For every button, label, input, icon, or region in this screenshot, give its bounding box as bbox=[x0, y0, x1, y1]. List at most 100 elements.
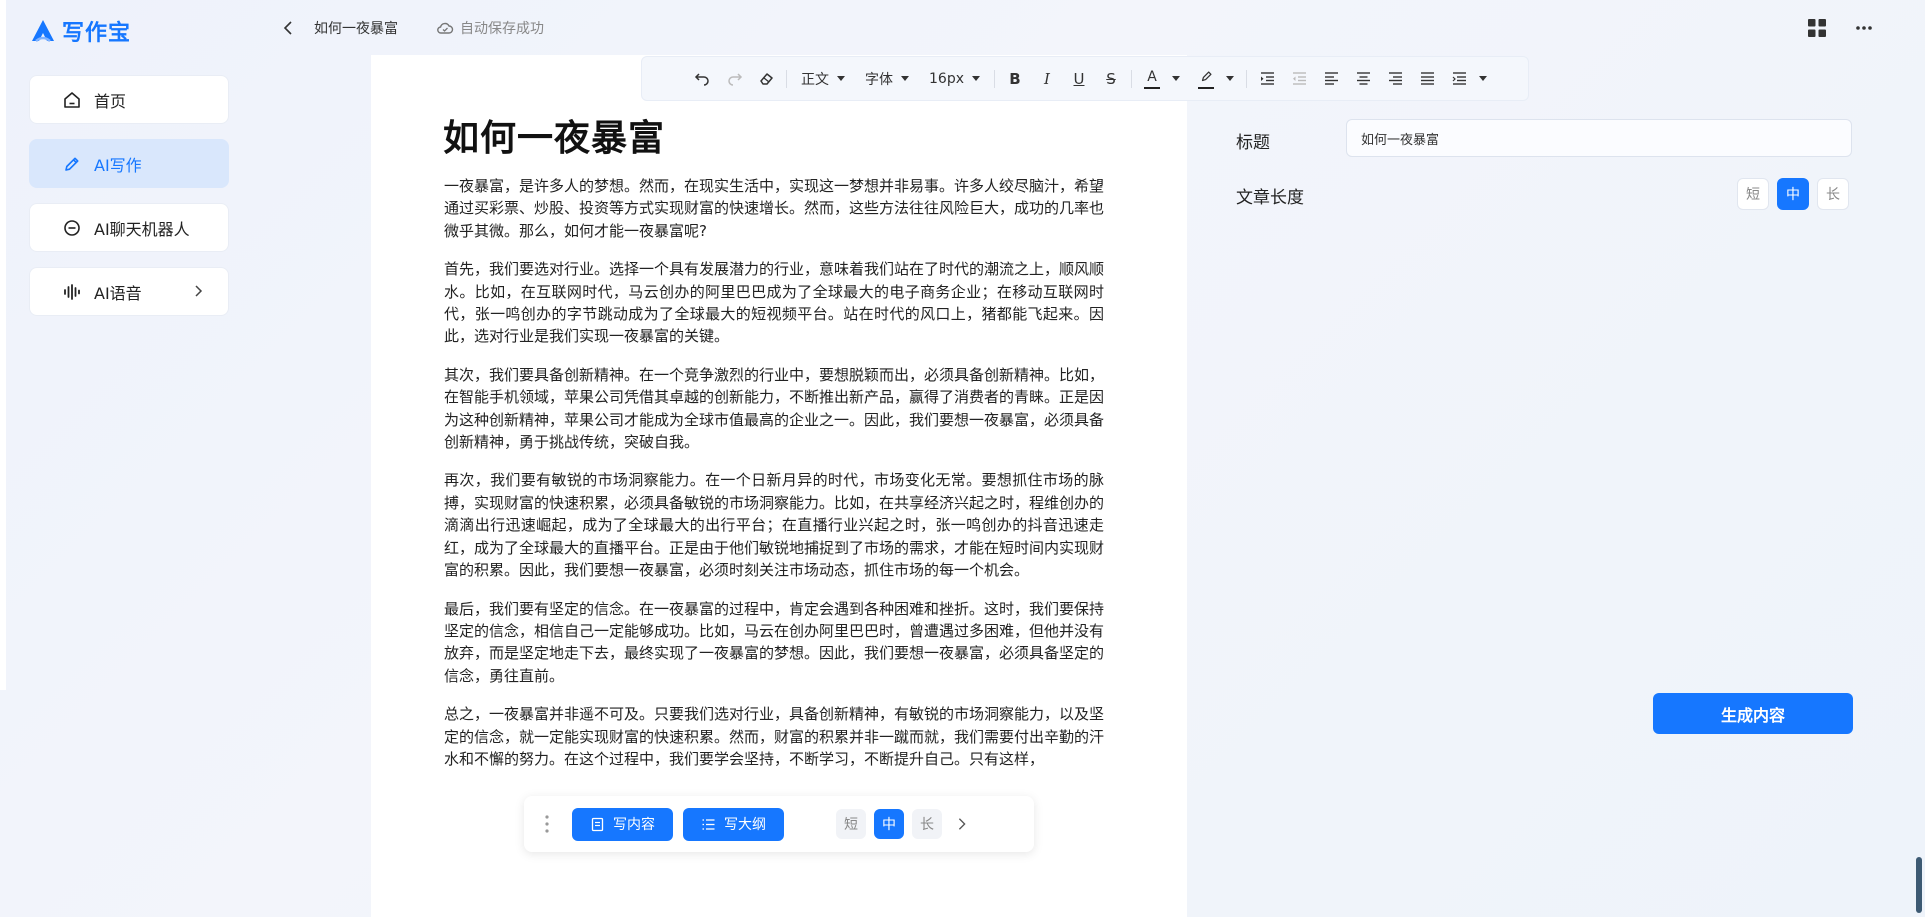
list-icon bbox=[702, 818, 715, 830]
toolbar-divider bbox=[1131, 69, 1132, 88]
sidebar-item-label: AI聊天机器人 bbox=[94, 219, 190, 239]
breadcrumb-doc-title: 如何一夜暴富 bbox=[314, 21, 398, 37]
chevron-down-icon bbox=[1226, 76, 1234, 81]
align-justify-button[interactable] bbox=[1411, 64, 1443, 94]
toolbar-divider bbox=[786, 69, 787, 88]
document-icon bbox=[591, 817, 604, 831]
floatbar-length-short[interactable]: 短 bbox=[836, 809, 866, 839]
line-height-button[interactable] bbox=[1443, 64, 1475, 94]
font-family-value: 字体 bbox=[865, 71, 893, 88]
length-label: 文章长度 bbox=[1236, 188, 1304, 208]
sidebar-item-ai-writing[interactable]: AI写作 bbox=[29, 139, 229, 188]
font-size-select[interactable]: 16px bbox=[919, 64, 990, 94]
font-size-value: 16px bbox=[929, 70, 964, 87]
italic-icon: I bbox=[1044, 69, 1050, 88]
write-content-button[interactable]: 写内容 bbox=[572, 807, 673, 841]
write-outline-label: 写大纲 bbox=[724, 817, 766, 833]
chevron-down-icon bbox=[1172, 76, 1180, 81]
ai-floating-bar: 写内容 写大纲 短 中 长 bbox=[524, 796, 1034, 852]
apps-grid-button[interactable] bbox=[1806, 17, 1828, 39]
drag-handle-icon[interactable] bbox=[538, 809, 556, 839]
chevron-right-icon bbox=[958, 818, 966, 830]
title-input[interactable] bbox=[1346, 119, 1852, 157]
indent-button[interactable] bbox=[1251, 64, 1283, 94]
clear-format-button[interactable] bbox=[750, 64, 782, 94]
outdent-button[interactable] bbox=[1283, 64, 1315, 94]
sidebar: 首页 AI写作 AI聊天机器人 AI语音 bbox=[29, 75, 229, 331]
editor-paper[interactable]: 如何一夜暴富 一夜暴富，是许多人的梦想。然而，在现实生活中，实现这一梦想并非易事… bbox=[371, 55, 1187, 917]
align-right-icon bbox=[1388, 72, 1402, 85]
cloud-icon bbox=[437, 22, 454, 34]
chat-icon bbox=[62, 218, 82, 238]
align-left-icon bbox=[1324, 72, 1338, 85]
font-color-dropdown[interactable] bbox=[1168, 64, 1184, 94]
floatbar-next-button[interactable] bbox=[948, 809, 976, 839]
length-medium-button[interactable]: 中 bbox=[1777, 178, 1809, 210]
highlight-color-button[interactable] bbox=[1190, 64, 1222, 94]
underline-button[interactable]: U bbox=[1063, 64, 1095, 94]
toolbar-divider bbox=[1246, 69, 1247, 88]
document-body[interactable]: 一夜暴富，是许多人的梦想。然而，在现实生活中，实现这一梦想并非易事。许多人绞尽脑… bbox=[444, 175, 1104, 786]
length-long-button[interactable]: 长 bbox=[1817, 178, 1849, 210]
floatbar-length-long[interactable]: 长 bbox=[912, 809, 942, 839]
chevron-down-icon bbox=[1479, 76, 1487, 81]
document-title[interactable]: 如何一夜暴富 bbox=[443, 109, 665, 161]
strikethrough-button[interactable]: S bbox=[1095, 64, 1127, 94]
sidebar-item-ai-voice[interactable]: AI语音 bbox=[29, 267, 229, 316]
strikethrough-icon: S bbox=[1106, 69, 1116, 88]
toolbar-divider bbox=[994, 69, 995, 88]
scrollbar-thumb[interactable] bbox=[1916, 857, 1922, 913]
align-justify-icon bbox=[1420, 72, 1434, 85]
length-short-button[interactable]: 短 bbox=[1737, 178, 1769, 210]
align-left-button[interactable] bbox=[1315, 64, 1347, 94]
bold-button[interactable]: B bbox=[999, 64, 1031, 94]
paragraph[interactable]: 其次，我们要具备创新精神。在一个竞争激烈的行业中，要想脱颖而出，必须具备创新精神… bbox=[444, 364, 1104, 454]
undo-button[interactable] bbox=[686, 64, 718, 94]
redo-icon bbox=[727, 73, 742, 86]
italic-button[interactable]: I bbox=[1031, 64, 1063, 94]
highlight-color-dropdown[interactable] bbox=[1222, 64, 1238, 94]
chevron-down-icon bbox=[901, 76, 909, 81]
underline-icon: U bbox=[1073, 69, 1085, 88]
sidebar-item-label: 首页 bbox=[94, 91, 127, 111]
sidebar-item-home[interactable]: 首页 bbox=[29, 75, 229, 124]
back-button[interactable] bbox=[280, 18, 296, 38]
indent-icon bbox=[1260, 72, 1274, 85]
undo-icon bbox=[694, 73, 709, 86]
align-center-icon bbox=[1356, 72, 1370, 85]
font-color-button[interactable]: A bbox=[1136, 64, 1168, 94]
home-icon bbox=[62, 90, 82, 110]
sidebar-item-ai-chatbot[interactable]: AI聊天机器人 bbox=[29, 203, 229, 252]
line-height-icon bbox=[1452, 72, 1466, 85]
logo-text: 写作宝 bbox=[62, 21, 132, 46]
paragraph-style-select[interactable]: 正文 bbox=[791, 64, 855, 94]
pen-icon bbox=[62, 154, 82, 174]
align-center-button[interactable] bbox=[1347, 64, 1379, 94]
write-outline-button[interactable]: 写大纲 bbox=[683, 807, 784, 841]
floatbar-length-selector: 短 中 长 bbox=[836, 809, 942, 839]
paragraph[interactable]: 首先，我们要选对行业。选择一个具有发展潜力的行业，意味着我们站在了时代的潮流之上… bbox=[444, 258, 1104, 348]
app-logo[interactable]: 写作宝 bbox=[30, 16, 131, 46]
write-content-label: 写内容 bbox=[613, 817, 655, 833]
eraser-icon bbox=[759, 73, 773, 85]
more-options-button[interactable] bbox=[1852, 17, 1876, 39]
logo-icon bbox=[32, 20, 54, 42]
bold-icon: B bbox=[1009, 69, 1021, 88]
paragraph[interactable]: 一夜暴富，是许多人的梦想。然而，在现实生活中，实现这一梦想并非易事。许多人绞尽脑… bbox=[444, 175, 1104, 242]
outdent-icon bbox=[1292, 72, 1306, 85]
paragraph[interactable]: 总之，一夜暴富并非遥不可及。只要我们选对行业，具备创新精神，有敏锐的市场洞察能力… bbox=[444, 703, 1104, 770]
title-label: 标题 bbox=[1236, 133, 1270, 153]
redo-button[interactable] bbox=[718, 64, 750, 94]
highlighter-icon bbox=[1195, 66, 1217, 92]
format-toolbar: 正文 字体 16px B I U S A bbox=[641, 56, 1529, 101]
length-selector: 短 中 长 bbox=[1737, 178, 1849, 210]
font-family-select[interactable]: 字体 bbox=[855, 64, 919, 94]
align-right-button[interactable] bbox=[1379, 64, 1411, 94]
generate-content-button[interactable]: 生成内容 bbox=[1653, 693, 1853, 734]
paragraph[interactable]: 最后，我们要有坚定的信念。在一夜暴富的过程中，肯定会遇到各种困难和挫折。这时，我… bbox=[444, 598, 1104, 688]
chevron-down-icon bbox=[972, 76, 980, 81]
floatbar-length-medium[interactable]: 中 bbox=[874, 809, 904, 839]
paragraph[interactable]: 再次，我们要有敏锐的市场洞察能力。在一个日新月异的时代，市场变化无常。要想抓住市… bbox=[444, 469, 1104, 581]
chevron-down-icon bbox=[837, 76, 845, 81]
line-height-dropdown[interactable] bbox=[1475, 64, 1491, 94]
